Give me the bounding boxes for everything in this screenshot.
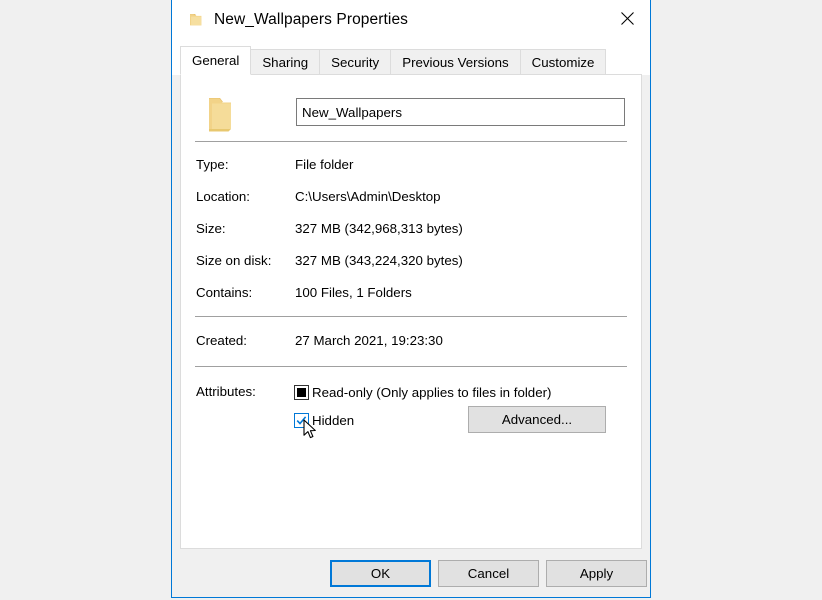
apply-button[interactable]: Apply — [546, 560, 647, 587]
title-bar: New_Wallpapers Properties — [172, 0, 650, 44]
readonly-checkbox[interactable] — [294, 384, 309, 400]
property-value: File folder — [295, 157, 354, 172]
property-row-contains: Contains: 100 Files, 1 Folders — [181, 285, 641, 303]
separator-line — [195, 141, 627, 142]
readonly-checkbox-label: Read-only (Only applies to files in fold… — [312, 384, 552, 400]
property-label: Size on disk: — [196, 253, 272, 268]
folder-icon — [188, 12, 204, 28]
property-value: 327 MB (343,224,320 bytes) — [295, 253, 463, 268]
separator-line — [195, 366, 627, 367]
property-value: 27 March 2021, 19:23:30 — [295, 333, 443, 348]
readonly-checkbox-row[interactable]: Read-only (Only applies to files in fold… — [294, 382, 551, 402]
property-value: 100 Files, 1 Folders — [295, 285, 412, 300]
tab-customize[interactable]: Customize — [519, 49, 607, 75]
properties-dialog: New_Wallpapers Properties General Sharin… — [171, 0, 651, 598]
close-icon[interactable] — [604, 0, 650, 36]
property-row-location: Location: C:\Users\Admin\Desktop — [181, 189, 641, 207]
folder-name-input[interactable] — [296, 98, 625, 126]
property-value: 327 MB (342,968,313 bytes) — [295, 221, 463, 236]
ok-button[interactable]: OK — [330, 560, 431, 587]
folder-icon — [203, 96, 237, 134]
property-value: C:\Users\Admin\Desktop — [295, 189, 441, 204]
hidden-checkbox[interactable] — [294, 412, 309, 428]
hidden-checkbox-row[interactable]: Hidden — [294, 410, 354, 430]
general-tab-page: Type: File folder Location: C:\Users\Adm… — [180, 74, 642, 549]
property-row-type: Type: File folder — [181, 157, 641, 175]
tab-security[interactable]: Security — [319, 49, 392, 75]
advanced-button[interactable]: Advanced... — [468, 406, 606, 433]
separator-line — [195, 316, 627, 317]
property-label: Size: — [196, 221, 226, 236]
property-row-size: Size: 327 MB (342,968,313 bytes) — [181, 221, 641, 239]
attributes-label: Attributes: — [196, 384, 256, 399]
property-label: Contains: — [196, 285, 253, 300]
tab-general[interactable]: General — [180, 46, 252, 75]
window-title: New_Wallpapers Properties — [214, 11, 409, 28]
property-row-size-on-disk: Size on disk: 327 MB (343,224,320 bytes) — [181, 253, 641, 271]
property-label: Created: — [196, 333, 247, 348]
hidden-checkbox-label: Hidden — [312, 412, 355, 428]
cancel-button[interactable]: Cancel — [438, 560, 539, 587]
tab-sharing[interactable]: Sharing — [250, 49, 321, 75]
tab-strip: General Sharing Security Previous Versio… — [172, 44, 650, 75]
tab-previous-versions[interactable]: Previous Versions — [390, 49, 521, 75]
property-row-created: Created: 27 March 2021, 19:23:30 — [181, 333, 641, 351]
property-label: Location: — [196, 189, 250, 204]
property-label: Type: — [196, 157, 229, 172]
